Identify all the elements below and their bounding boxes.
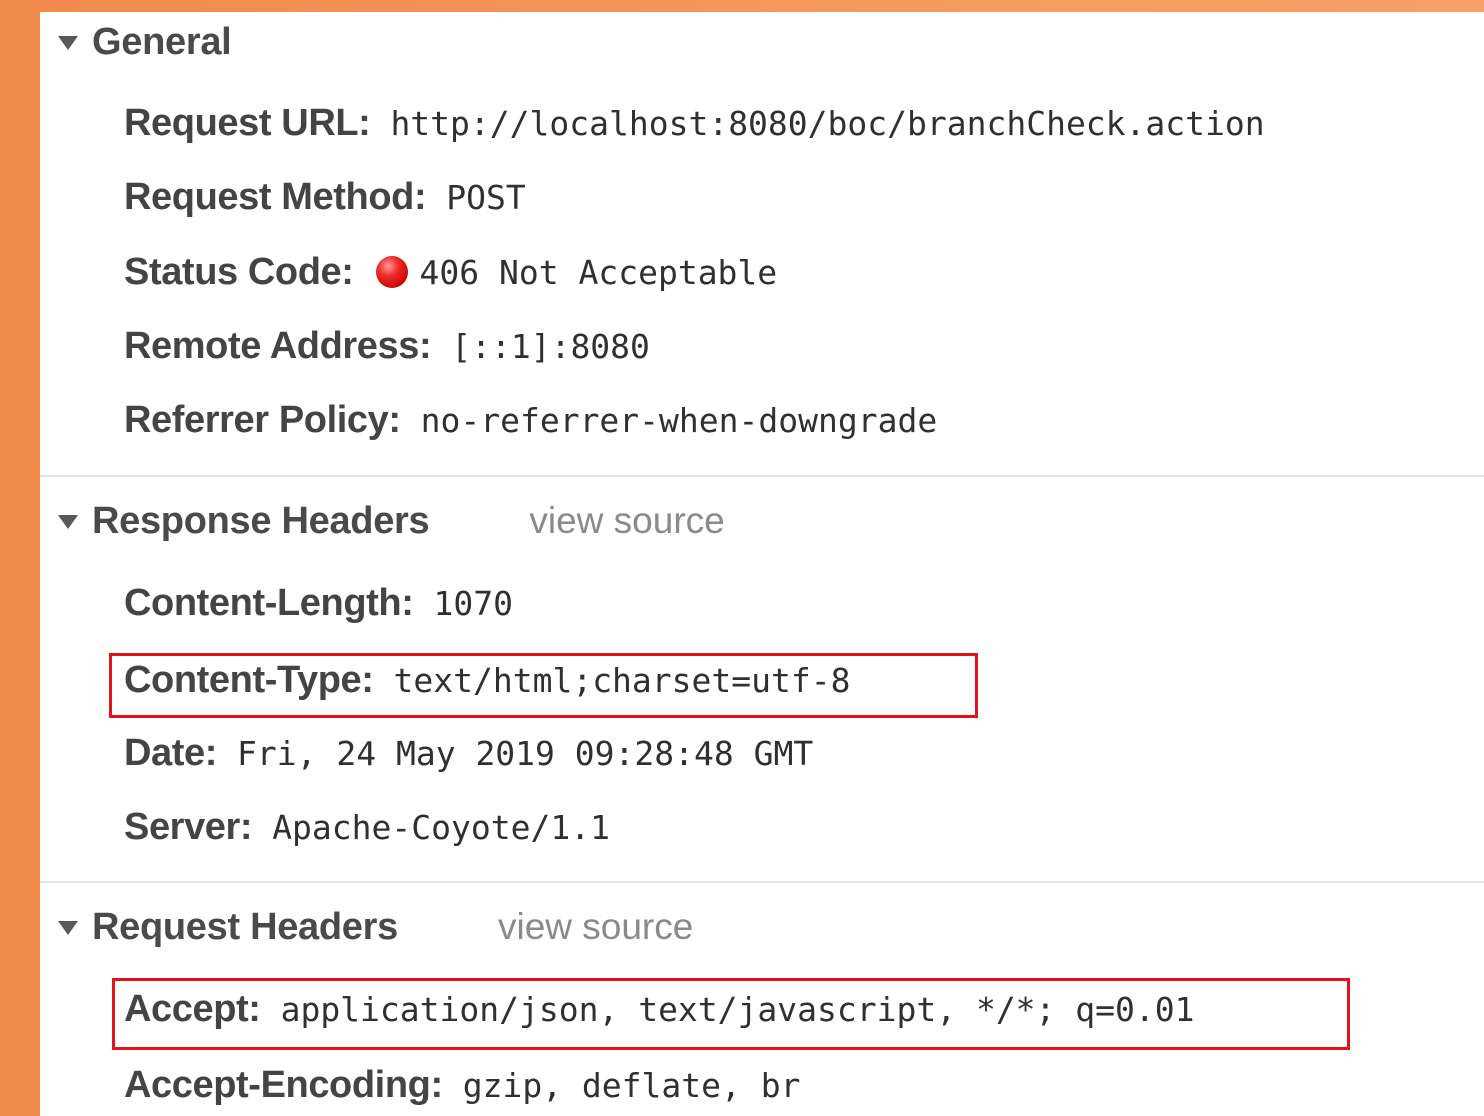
header-key: Request URL: [124, 101, 371, 144]
header-key: Status Code: [124, 250, 354, 293]
headers-panel: General Request URL: http://localhost:80… [40, 12, 1484, 1116]
header-value: gzip, deflate, br [462, 1065, 801, 1105]
header-row-status-code: Status Code: 406 Not Acceptable [124, 245, 777, 299]
header-key: Date: [124, 731, 218, 774]
header-row-accept: Accept: application/json, text/javascrip… [124, 982, 1195, 1036]
section-header-response-headers[interactable]: Response Headers view source [58, 499, 725, 543]
header-row-content-type: Content-Type: text/html;charset=utf-8 [124, 653, 850, 707]
section-divider [40, 881, 1484, 883]
section-title-response-headers: Response Headers [92, 499, 430, 542]
header-value: 406 Not Acceptable [419, 252, 778, 292]
section-title-general: General [92, 20, 232, 63]
header-value: Fri, 24 May 2019 09:28:48 GMT [237, 733, 814, 773]
header-key: Accept: [124, 987, 261, 1030]
section-title-request-headers: Request Headers [92, 905, 398, 948]
header-value: no-referrer-when-downgrade [420, 400, 938, 440]
header-value: [::1]:8080 [451, 326, 650, 366]
header-row-accept-encoding: Accept-Encoding: gzip, deflate, br [124, 1058, 800, 1112]
header-value: 1070 [433, 583, 513, 623]
collapse-triangle-icon[interactable] [58, 515, 78, 529]
header-key: Referrer Policy: [124, 398, 401, 441]
view-source-link[interactable]: view source [498, 906, 693, 948]
header-key: Server: [124, 805, 253, 848]
header-row-remote-address: Remote Address: [::1]:8080 [124, 319, 650, 373]
header-key: Request Method: [124, 175, 427, 218]
header-value: application/json, text/javascript, */*; … [280, 989, 1195, 1029]
section-divider [40, 475, 1484, 477]
header-row-request-url: Request URL: http://localhost:8080/boc/b… [124, 96, 1265, 150]
header-key: Remote Address: [124, 324, 432, 367]
section-header-general[interactable]: General [58, 20, 232, 64]
header-row-content-length: Content-Length: 1070 [124, 576, 513, 630]
header-value: Apache-Coyote/1.1 [272, 807, 610, 847]
header-key: Content-Length: [124, 581, 414, 624]
header-row-date: Date: Fri, 24 May 2019 09:28:48 GMT [124, 726, 813, 780]
header-key: Accept-Encoding: [124, 1063, 443, 1106]
header-row-server: Server: Apache-Coyote/1.1 [124, 800, 610, 854]
collapse-triangle-icon[interactable] [58, 921, 78, 935]
section-header-request-headers[interactable]: Request Headers view source [58, 905, 693, 949]
header-value: POST [446, 177, 526, 217]
header-value: text/html;charset=utf-8 [393, 660, 851, 700]
collapse-triangle-icon[interactable] [58, 36, 78, 50]
header-key: Content-Type: [124, 658, 374, 701]
view-source-link[interactable]: view source [529, 500, 724, 542]
header-row-referrer-policy: Referrer Policy: no-referrer-when-downgr… [124, 393, 937, 447]
status-error-icon [375, 256, 408, 288]
header-row-request-method: Request Method: POST [124, 170, 526, 224]
header-value: http://localhost:8080/boc/branchCheck.ac… [390, 103, 1265, 143]
